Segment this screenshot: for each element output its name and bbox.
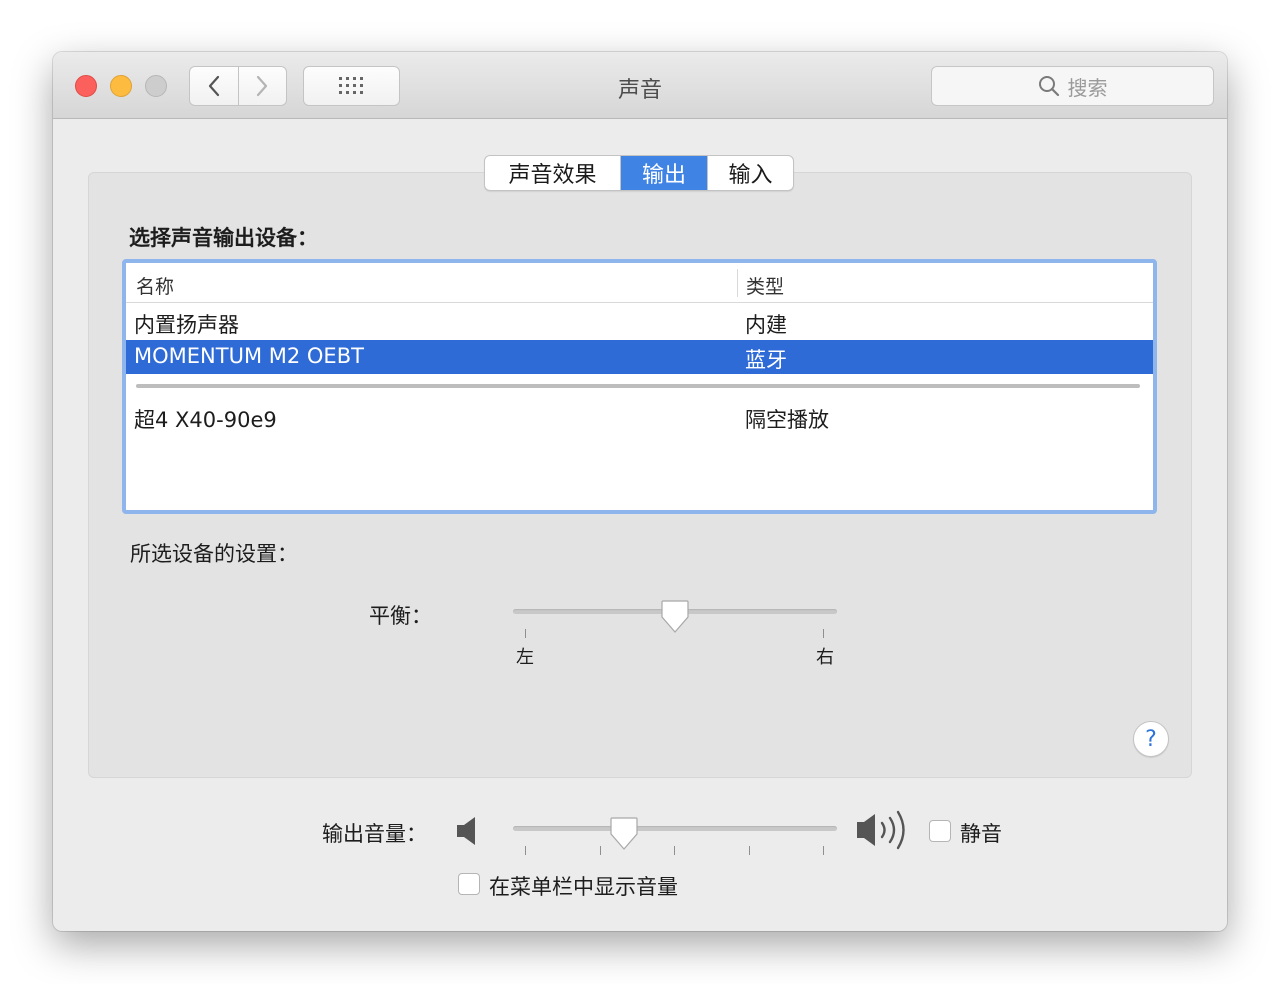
search-placeholder: 搜索 bbox=[1067, 75, 1108, 100]
balance-tick-left bbox=[525, 629, 526, 638]
table-row[interactable]: 超4 X40-90e9 隔空播放 bbox=[126, 400, 1153, 434]
balance-left-label: 左 bbox=[516, 647, 534, 668]
speaker-high-icon bbox=[857, 810, 905, 850]
balance-label: 平衡： bbox=[369, 604, 432, 628]
show-volume-in-menubar-label: 在菜单栏中显示音量 bbox=[489, 875, 678, 899]
balance-tick-right bbox=[823, 629, 824, 638]
settings-section-label: 所选设备的设置： bbox=[130, 542, 298, 566]
mute-label: 静音 bbox=[960, 822, 1002, 846]
search-icon bbox=[1038, 76, 1059, 97]
speaker-low-icon bbox=[457, 817, 475, 845]
device-name: 内置扬声器 bbox=[134, 313, 239, 337]
column-header-name[interactable]: 名称 bbox=[136, 272, 174, 299]
sound-preferences-window: 声音 搜索 声音效果 输出 输入 选择声音输出设备： 名称 类型 内置扬声器 内… bbox=[53, 52, 1227, 931]
device-type: 隔空播放 bbox=[745, 408, 829, 432]
volume-tick bbox=[525, 846, 526, 855]
device-type: 内建 bbox=[745, 313, 787, 337]
device-section-label: 选择声音输出设备： bbox=[129, 226, 318, 250]
show-volume-in-menubar-checkbox[interactable] bbox=[458, 873, 480, 895]
device-name: MOMENTUM M2 OEBT bbox=[134, 344, 364, 368]
tab-sound-effects[interactable]: 声音效果 bbox=[485, 156, 620, 190]
volume-tick bbox=[749, 846, 750, 855]
volume-tick bbox=[823, 846, 824, 855]
volume-tick bbox=[600, 846, 601, 855]
device-table[interactable]: 名称 类型 内置扬声器 内建 MOMENTUM M2 OEBT 蓝牙 超4 X4… bbox=[122, 259, 1157, 514]
tab-output[interactable]: 输出 bbox=[620, 156, 707, 190]
mute-checkbox[interactable] bbox=[929, 820, 951, 842]
volume-tick bbox=[674, 846, 675, 855]
table-row[interactable]: 内置扬声器 内建 bbox=[126, 305, 1153, 339]
search-field[interactable]: 搜索 bbox=[931, 66, 1214, 106]
column-header-type[interactable]: 类型 bbox=[746, 272, 784, 299]
titlebar: 声音 搜索 bbox=[53, 52, 1227, 119]
balance-right-label: 右 bbox=[816, 647, 834, 668]
tab-input[interactable]: 输入 bbox=[707, 156, 793, 190]
tab-bar: 声音效果 输出 输入 bbox=[484, 155, 794, 191]
help-button[interactable]: ? bbox=[1133, 721, 1169, 757]
table-row-selected[interactable]: MOMENTUM M2 OEBT 蓝牙 bbox=[126, 340, 1153, 374]
table-divider bbox=[136, 384, 1140, 388]
volume-thumb[interactable] bbox=[609, 816, 639, 852]
output-volume-label: 输出音量： bbox=[322, 822, 427, 846]
balance-thumb[interactable] bbox=[660, 599, 690, 635]
device-type: 蓝牙 bbox=[745, 348, 787, 372]
volume-track[interactable] bbox=[513, 826, 837, 831]
device-name: 超4 X40-90e9 bbox=[134, 408, 277, 432]
table-header: 名称 类型 bbox=[126, 263, 1153, 303]
column-separator bbox=[737, 269, 738, 297]
